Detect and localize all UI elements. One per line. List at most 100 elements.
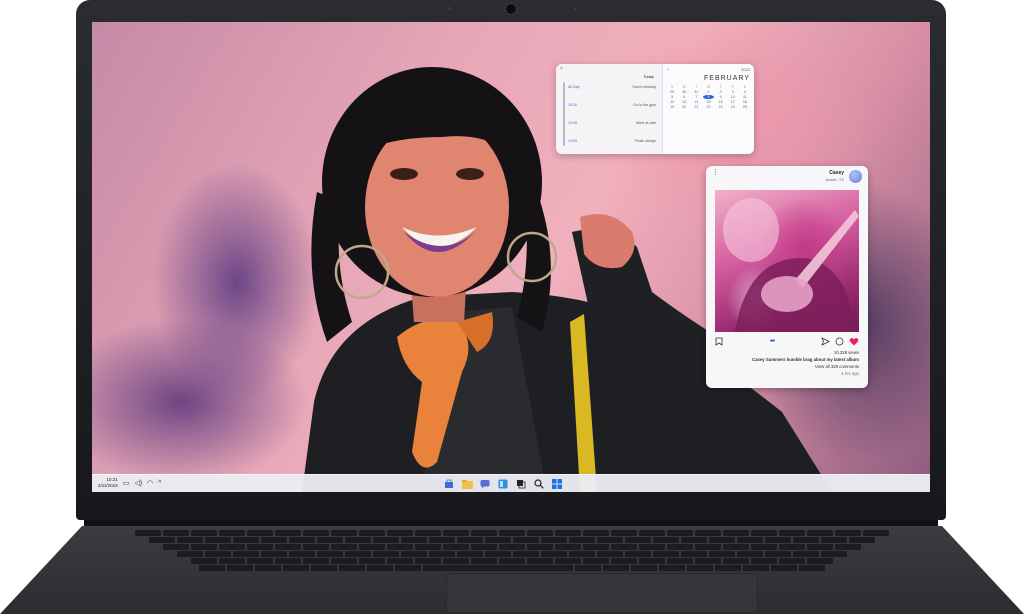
- key[interactable]: [233, 537, 259, 543]
- close-icon[interactable]: ×: [560, 66, 563, 72]
- key[interactable]: [387, 530, 413, 536]
- bookmark-icon[interactable]: [715, 337, 723, 346]
- calendar-day[interactable]: 11: [740, 95, 750, 99]
- key[interactable]: [695, 544, 721, 550]
- calendar-day[interactable]: 8: [703, 95, 714, 99]
- key[interactable]: [541, 537, 567, 543]
- key[interactable]: [289, 551, 315, 557]
- key[interactable]: [611, 544, 637, 550]
- key[interactable]: [737, 551, 763, 557]
- agenda-event[interactable]: 10:30 Go to the gym: [568, 100, 656, 110]
- task-view-icon[interactable]: [514, 477, 528, 491]
- key[interactable]: [569, 551, 595, 557]
- battery-icon[interactable]: ▭: [123, 479, 130, 487]
- key[interactable]: [373, 537, 399, 543]
- key[interactable]: [429, 537, 455, 543]
- calendar-day[interactable]: 9: [716, 95, 726, 99]
- key[interactable]: [401, 551, 427, 557]
- view-comments-link[interactable]: View all 328 comments: [715, 364, 859, 369]
- calendar-day[interactable]: 25: [740, 105, 750, 109]
- key[interactable]: [275, 544, 301, 550]
- key[interactable]: [779, 530, 805, 536]
- calendar-day[interactable]: 29: [667, 90, 677, 94]
- calendar-day[interactable]: 16: [716, 100, 726, 104]
- key[interactable]: [597, 551, 623, 557]
- key[interactable]: [625, 551, 651, 557]
- key[interactable]: [345, 551, 371, 557]
- key[interactable]: [835, 530, 861, 536]
- agenda-event[interactable]: 12:00 Meet at cafe: [568, 118, 656, 128]
- key[interactable]: [191, 530, 217, 536]
- key[interactable]: [261, 537, 287, 543]
- agenda-scrollbar[interactable]: [563, 82, 565, 146]
- key[interactable]: [765, 551, 791, 557]
- key[interactable]: [443, 544, 469, 550]
- key[interactable]: [695, 558, 721, 564]
- key[interactable]: [303, 530, 329, 536]
- calendar-day[interactable]: 21: [691, 105, 701, 109]
- add-event-icon[interactable]: +: [667, 67, 669, 72]
- key[interactable]: [709, 537, 735, 543]
- key[interactable]: [541, 551, 567, 557]
- key[interactable]: [569, 537, 595, 543]
- key[interactable]: [779, 544, 805, 550]
- key[interactable]: [723, 530, 749, 536]
- key[interactable]: [359, 530, 385, 536]
- key[interactable]: [863, 530, 889, 536]
- key[interactable]: [603, 565, 629, 571]
- key[interactable]: [331, 530, 357, 536]
- key[interactable]: [373, 551, 399, 557]
- key[interactable]: [415, 558, 441, 564]
- key[interactable]: [219, 530, 245, 536]
- key[interactable]: [659, 565, 685, 571]
- key[interactable]: [583, 544, 609, 550]
- key[interactable]: [359, 558, 385, 564]
- key[interactable]: [283, 565, 309, 571]
- key[interactable]: [527, 530, 553, 536]
- key[interactable]: [849, 537, 875, 543]
- key[interactable]: [177, 551, 203, 557]
- year-label[interactable]: 2023: [741, 67, 750, 72]
- key[interactable]: [513, 537, 539, 543]
- key[interactable]: [527, 544, 553, 550]
- share-icon[interactable]: [821, 336, 830, 346]
- calendar-day[interactable]: 22: [703, 105, 713, 109]
- key[interactable]: [687, 565, 713, 571]
- comment-icon[interactable]: [835, 337, 844, 346]
- key[interactable]: [415, 544, 441, 550]
- key[interactable]: [639, 530, 665, 536]
- key[interactable]: [317, 551, 343, 557]
- key[interactable]: [303, 544, 329, 550]
- key[interactable]: [751, 544, 777, 550]
- key[interactable]: [275, 530, 301, 536]
- search-icon[interactable]: [532, 477, 546, 491]
- calendar-day[interactable]: 15: [703, 100, 713, 104]
- key[interactable]: [695, 530, 721, 536]
- key[interactable]: [715, 565, 741, 571]
- key[interactable]: [345, 537, 371, 543]
- store-icon[interactable]: [442, 477, 456, 491]
- key[interactable]: [233, 551, 259, 557]
- calendar-day[interactable]: 19: [667, 105, 677, 109]
- calendar-day[interactable]: 1: [703, 90, 713, 94]
- calendar-day[interactable]: 31: [691, 90, 701, 94]
- key[interactable]: [219, 558, 245, 564]
- key[interactable]: [275, 558, 301, 564]
- key[interactable]: [513, 551, 539, 557]
- key[interactable]: [575, 565, 601, 571]
- key[interactable]: [653, 537, 679, 543]
- calendar-day[interactable]: 18: [740, 100, 750, 104]
- start-icon[interactable]: [550, 477, 564, 491]
- key[interactable]: [289, 537, 315, 543]
- key[interactable]: [177, 537, 203, 543]
- key[interactable]: [597, 537, 623, 543]
- key[interactable]: [457, 551, 483, 557]
- key[interactable]: [163, 530, 189, 536]
- key[interactable]: [709, 551, 735, 557]
- calendar-day[interactable]: 3: [728, 90, 738, 94]
- wifi-icon[interactable]: ◠: [147, 479, 153, 487]
- key[interactable]: [331, 544, 357, 550]
- key[interactable]: [499, 530, 525, 536]
- key[interactable]: [387, 558, 413, 564]
- key[interactable]: [457, 537, 483, 543]
